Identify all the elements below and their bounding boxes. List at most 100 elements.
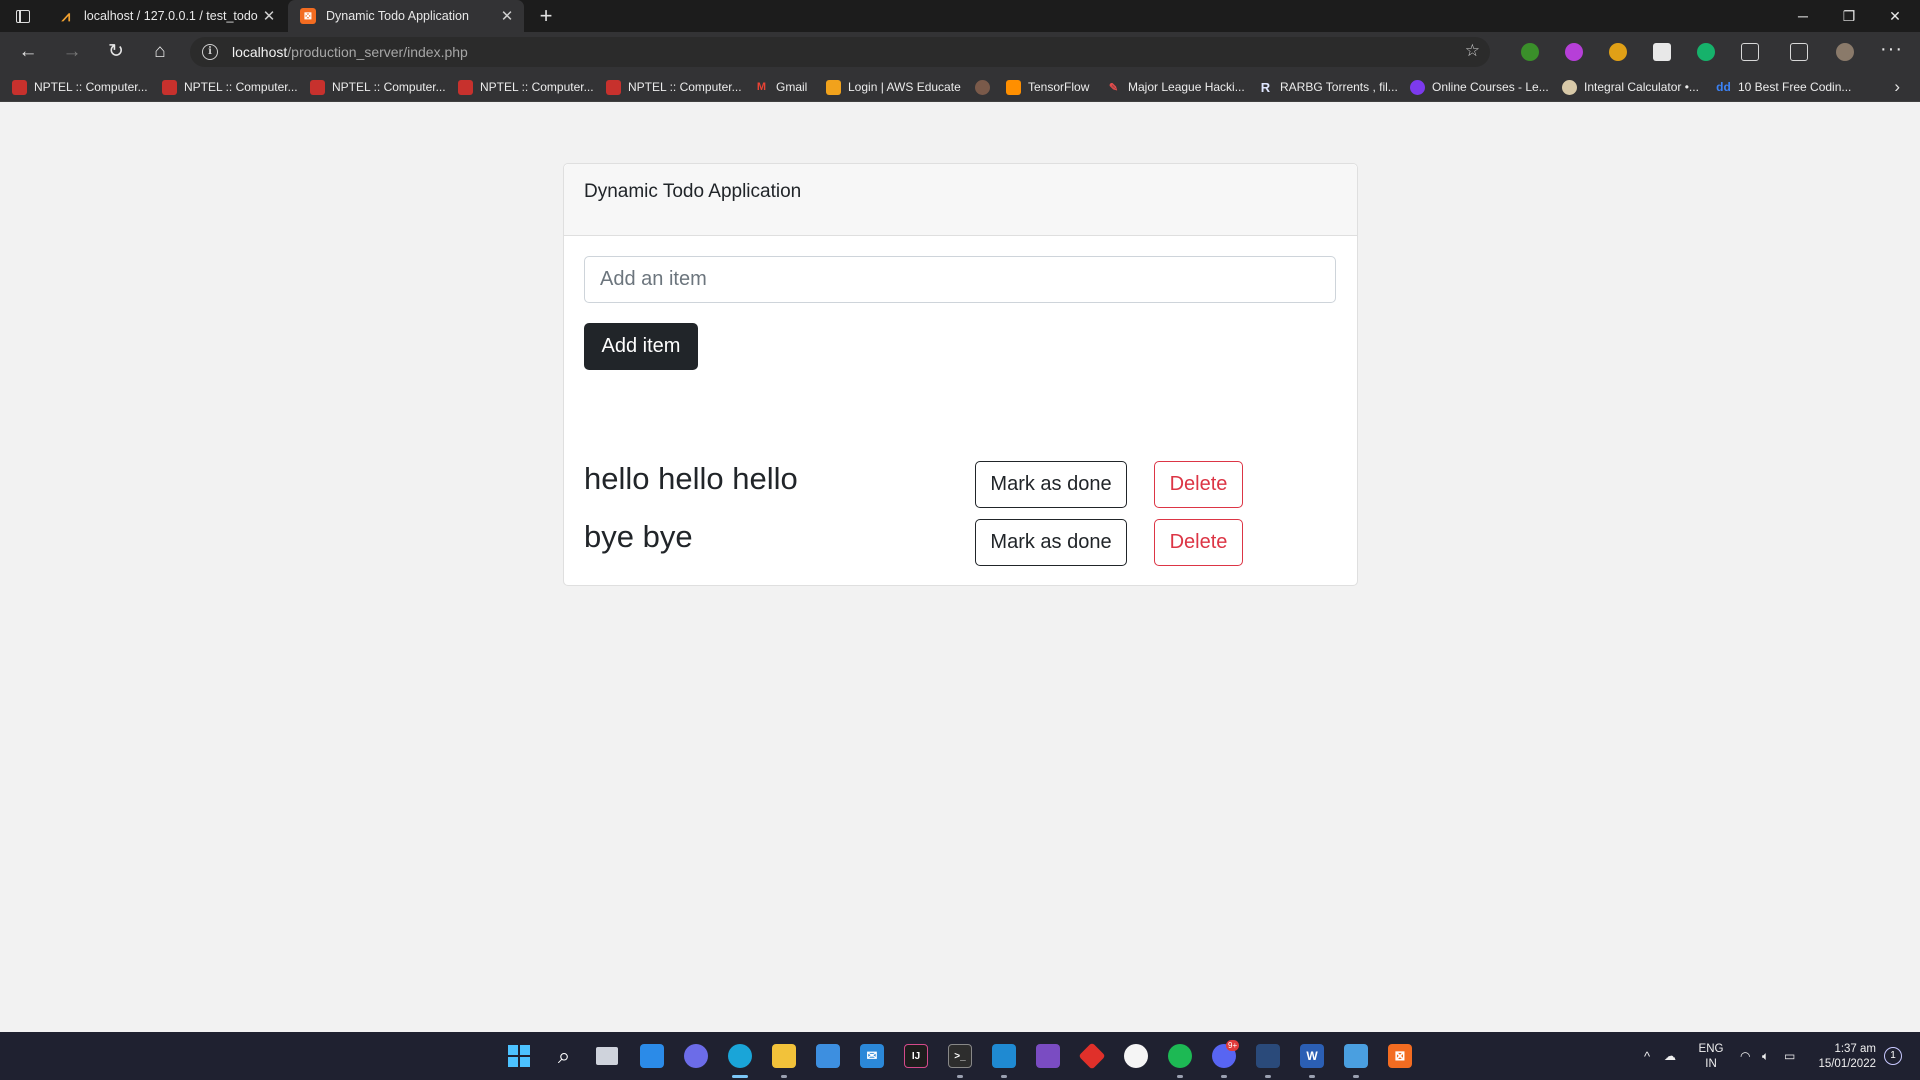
- todo-item-text: bye bye: [584, 519, 693, 554]
- new-tab-button[interactable]: +: [532, 2, 560, 30]
- word-icon[interactable]: W: [1300, 1044, 1324, 1068]
- todo-item: hello hello hello Mark as done Delete: [584, 461, 1334, 511]
- bookmark-label: NPTEL :: Computer...: [480, 80, 594, 94]
- add-item-input[interactable]: [584, 256, 1336, 303]
- page-title: Dynamic Todo Application: [564, 164, 1357, 236]
- tab-phpmyadmin[interactable]: ⩘ localhost / 127.0.0.1 / test_todo ✕: [46, 0, 286, 32]
- xampp-icon: ⊠: [300, 8, 316, 24]
- bookmark-label: Online Courses - Le...: [1432, 80, 1549, 94]
- wifi-icon[interactable]: ◠: [1740, 1032, 1750, 1080]
- rarbg-icon: R: [1260, 79, 1271, 95]
- tab-dynamic-todo[interactable]: ⊠ Dynamic Todo Application ✕: [288, 0, 524, 32]
- add-favorite-icon[interactable]: ☆: [1465, 41, 1480, 61]
- chevron-up-icon[interactable]: ^: [1644, 1032, 1650, 1080]
- active-app-indicator: [732, 1075, 748, 1078]
- onedrive-icon[interactable]: ☁: [1664, 1032, 1676, 1080]
- edge-icon[interactable]: [728, 1044, 752, 1068]
- mark-as-done-button[interactable]: Mark as done: [975, 461, 1127, 508]
- site-info-icon[interactable]: i: [202, 44, 218, 60]
- forward-icon[interactable]: →: [58, 38, 86, 66]
- microsoft-store-icon[interactable]: [816, 1044, 840, 1068]
- bookmark-label: NPTEL :: Computer...: [628, 80, 742, 94]
- widgets-icon[interactable]: [640, 1044, 664, 1068]
- running-app-indicator: [1353, 1075, 1359, 1078]
- github-icon[interactable]: [1124, 1044, 1148, 1068]
- xampp-icon[interactable]: ⊠: [1388, 1044, 1412, 1068]
- bookmark-item[interactable]: Integral Calculator •...: [1562, 72, 1699, 102]
- todo-card: Dynamic Todo Application Add item hello …: [563, 163, 1358, 586]
- tab-title: localhost / 127.0.0.1 / test_todo: [84, 9, 258, 23]
- language-indicator[interactable]: ENG IN: [1696, 1042, 1726, 1072]
- add-item-button[interactable]: Add item: [584, 323, 698, 370]
- bookmark-item[interactable]: NPTEL :: Computer...: [458, 72, 594, 102]
- bookmark-item[interactable]: NPTEL :: Computer...: [12, 72, 148, 102]
- terminal-icon[interactable]: >_: [948, 1044, 972, 1068]
- mlh-icon: ✎: [1108, 81, 1119, 94]
- home-icon[interactable]: ⌂: [146, 38, 174, 66]
- bookmark-item[interactable]: ✎ Major League Hacki...: [1106, 72, 1245, 102]
- running-app-indicator: [1177, 1075, 1183, 1078]
- dd-icon: dd: [1716, 80, 1731, 94]
- task-view-icon[interactable]: [596, 1047, 618, 1065]
- close-tab-icon[interactable]: ✕: [498, 7, 516, 25]
- mail-icon[interactable]: ✉: [860, 1044, 884, 1068]
- minimize-icon[interactable]: ─: [1780, 0, 1826, 32]
- phpmyadmin-icon: ⩘: [61, 7, 71, 25]
- bookmark-item[interactable]: Online Courses - Le...: [1410, 72, 1549, 102]
- extension-tree-icon[interactable]: [1521, 43, 1539, 61]
- notification-badge[interactable]: 1: [1884, 1047, 1902, 1065]
- bookmark-item[interactable]: TensorFlow: [1006, 72, 1089, 102]
- chevron-right-icon[interactable]: ›: [1894, 77, 1900, 97]
- spotify-icon[interactable]: [1168, 1044, 1192, 1068]
- app-red-icon[interactable]: [1078, 1042, 1106, 1070]
- visual-studio-icon[interactable]: [1036, 1044, 1060, 1068]
- address-bar[interactable]: i localhost/production_server/index.php …: [190, 37, 1490, 67]
- bookmark-item[interactable]: Login | AWS Educate: [826, 72, 961, 102]
- clock-time: 1:37 am: [1834, 1043, 1876, 1055]
- refresh-icon[interactable]: ↻: [102, 38, 130, 66]
- tab-actions-icon[interactable]: [10, 7, 38, 25]
- mark-as-done-button[interactable]: Mark as done: [975, 519, 1127, 566]
- intellij-icon[interactable]: IJ: [904, 1044, 928, 1068]
- running-app-indicator: [957, 1075, 963, 1078]
- aws-icon: [826, 79, 841, 95]
- bookmark-item[interactable]: [975, 72, 997, 102]
- windows-start-icon[interactable]: [507, 1044, 531, 1068]
- more-options-icon[interactable]: ···: [1880, 38, 1903, 61]
- close-tab-icon[interactable]: ✕: [260, 7, 278, 25]
- extension-purple-icon[interactable]: [1565, 43, 1583, 61]
- extensions-icon[interactable]: [1741, 43, 1759, 61]
- bookmark-item[interactable]: NPTEL :: Computer...: [162, 72, 298, 102]
- grammarly-icon[interactable]: [1697, 43, 1715, 61]
- bookmark-item[interactable]: NPTEL :: Computer...: [310, 72, 446, 102]
- delete-button[interactable]: Delete: [1154, 519, 1243, 566]
- url-text[interactable]: localhost/production_server/index.php: [232, 44, 468, 60]
- search-icon[interactable]: ⌕: [552, 1043, 576, 1068]
- calculator-icon: [1562, 79, 1577, 95]
- teams-chat-icon[interactable]: [684, 1044, 708, 1068]
- vscode-icon[interactable]: [992, 1044, 1016, 1068]
- file-explorer-icon[interactable]: [772, 1044, 796, 1068]
- clock[interactable]: 1:37 am 15/01/2022: [1812, 1042, 1876, 1072]
- person-icon: [975, 79, 990, 95]
- volume-icon[interactable]: 🔈︎: [1762, 1032, 1769, 1080]
- restore-icon[interactable]: ❐: [1826, 0, 1872, 32]
- bookmark-item[interactable]: NPTEL :: Computer...: [606, 72, 742, 102]
- running-app-indicator: [1309, 1075, 1315, 1078]
- mysql-workbench-icon[interactable]: [1256, 1044, 1280, 1068]
- browser-tabstrip: ⩘ localhost / 127.0.0.1 / test_todo ✕ ⊠ …: [0, 0, 1920, 32]
- back-icon[interactable]: ←: [14, 38, 42, 66]
- bookmark-item[interactable]: R RARBG Torrents , fil...: [1258, 72, 1398, 102]
- delete-button[interactable]: Delete: [1154, 461, 1243, 508]
- bookmark-item[interactable]: M Gmail: [754, 72, 807, 102]
- profile-avatar[interactable]: [1836, 43, 1854, 61]
- bookmark-item[interactable]: dd 10 Best Free Codin...: [1716, 72, 1851, 102]
- notepad-icon[interactable]: [1344, 1044, 1368, 1068]
- extension-orange-icon[interactable]: [1609, 43, 1627, 61]
- bookmark-label: RARBG Torrents , fil...: [1280, 80, 1398, 94]
- close-window-icon[interactable]: ✕: [1872, 0, 1918, 32]
- pocket-icon[interactable]: [1653, 43, 1671, 61]
- bookmark-label: NPTEL :: Computer...: [332, 80, 446, 94]
- battery-icon[interactable]: ▭: [1784, 1032, 1795, 1080]
- collections-icon[interactable]: [1790, 43, 1808, 61]
